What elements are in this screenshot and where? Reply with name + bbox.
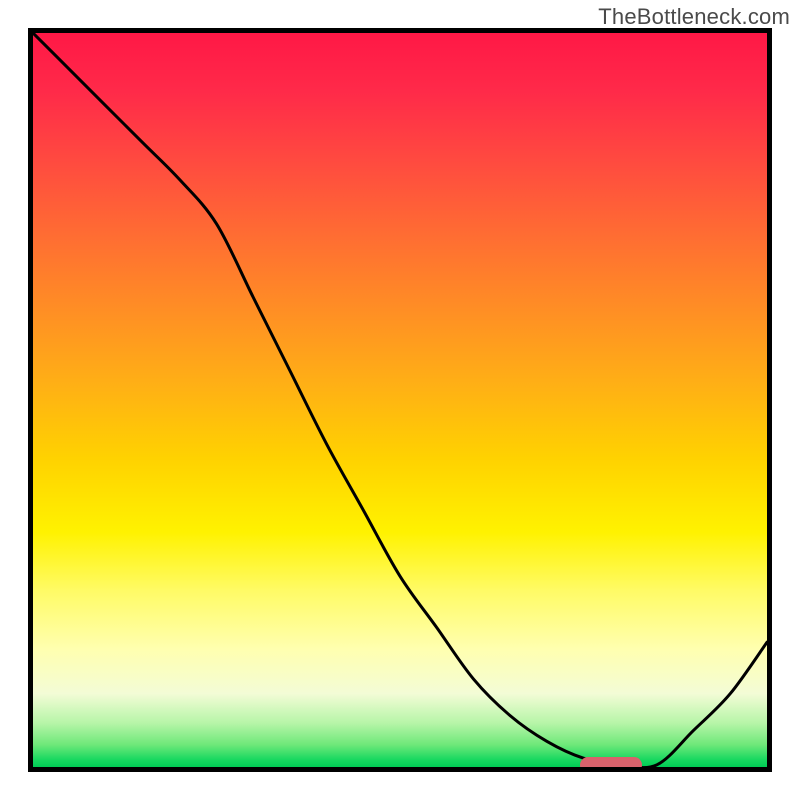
chart-container: TheBottleneck.com xyxy=(0,0,800,800)
bottleneck-curve xyxy=(33,33,767,767)
plot-area xyxy=(28,28,772,772)
optimal-marker xyxy=(580,757,642,772)
curve-svg xyxy=(33,33,767,767)
watermark-text: TheBottleneck.com xyxy=(598,4,790,30)
